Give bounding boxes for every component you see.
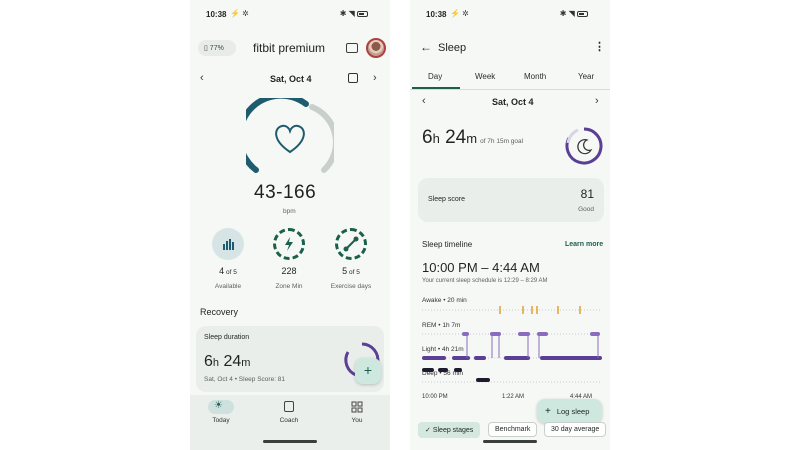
learn-more-link[interactable]: Learn more [565,241,603,248]
notification-icons: ⚡ ✲ [230,9,249,18]
tabs-divider [410,89,610,90]
sleep-card-duration: 6h 24m [204,353,251,370]
ring-light-arc [309,104,334,173]
calendar-icon[interactable] [348,73,358,83]
nav-coach[interactable]: Coach [269,417,309,424]
sleep-score-rating: Good [578,206,594,213]
prev-day-chevron-icon[interactable]: ‹ [422,95,426,107]
next-day-chevron-icon[interactable]: › [373,72,377,84]
moon-icon [577,139,593,155]
sleep-card-title: Sleep duration [204,334,250,341]
sleep-score-value: 81 [580,187,594,201]
sleep-duration-card[interactable]: Sleep duration 6h 24m Sat, Oct 4 • Sleep… [196,326,384,392]
status-time: 10:38 [426,10,447,19]
stat-available-label: Available [214,283,242,290]
add-fab-button[interactable]: + [355,358,381,384]
chat-icon[interactable] [346,43,358,53]
avatar[interactable] [366,38,386,58]
gesture-handle [263,440,317,443]
sleep-screen: 10:38 ⚡ ✲ ✱ ◥ ← Sleep ⋮ Day Week Month Y… [410,0,610,450]
status-time: 10:38 [206,10,227,19]
prev-day-chevron-icon[interactable]: ‹ [200,72,204,84]
zone-min-ring[interactable] [273,228,305,260]
brand-title: fitbit premium [253,41,326,55]
page-title: Sleep [438,42,467,54]
stat-exercise-label: Exercise days [330,283,372,290]
device-battery-badge[interactable]: ▯ 77% [198,40,236,56]
bar-chart-icon [223,239,234,250]
heart-rate-unit: bpm [283,208,296,215]
sleep-stages-chart[interactable] [410,300,610,390]
system-icons: ✱ ◥ [560,9,588,18]
sleep-schedule-text: Your current sleep schedule is 12:29 – 8… [422,278,548,284]
log-sleep-button[interactable]: + Log sleep [537,399,602,423]
readiness-circle[interactable] [212,228,244,260]
stat-exercise-value: 5 of 5 [342,266,360,276]
exercise-days-ring[interactable] [335,228,367,260]
battery-icon [357,10,368,17]
stat-available-value: 4 of 5 [219,266,237,276]
date-label: Sat, Oct 4 [492,97,534,107]
sleep-goal-ring [565,127,603,165]
tab-year[interactable]: Year [578,72,594,81]
lightning-icon [285,237,293,251]
sleep-score-label: Sleep score [428,196,465,203]
heart-rate-ring[interactable] [246,98,334,178]
grid-icon [351,401,363,413]
notification-icons: ⚡ ✲ [450,9,469,18]
today-screen: 10:38 ⚡ ✲ ✱ ◥ ▯ 77% fitbit premium ‹ Sat… [190,0,390,450]
sleep-duration: 6h 24m of 7h 15m goal [422,127,524,148]
sleep-card-subtitle: Sat, Oct 4 • Sleep Score: 81 [204,376,286,383]
sun-icon: ☀ [214,400,223,411]
stat-zone-min-label: Zone Min [275,283,303,290]
back-arrow-icon[interactable]: ← [420,40,432,54]
system-icons: ✱ ◥ [340,9,368,18]
chip-sleep-stages[interactable]: ✓ Sleep stages [418,422,481,438]
heart-icon [275,124,305,154]
nav-you[interactable]: You [337,417,377,424]
check-icon: ✓ [425,427,431,434]
dumbbell-icon [343,236,359,252]
date-label: Sat, Oct 4 [270,74,312,84]
clipboard-icon [284,401,294,412]
stat-zone-min-value: 228 [281,266,297,276]
timeline-title: Sleep timeline [422,240,473,249]
stage-transitions [466,334,599,358]
chip-benchmark[interactable]: Benchmark [488,422,538,437]
battery-text: 77% [209,45,224,52]
plus-icon: + [545,406,551,417]
nav-today[interactable]: Today [201,417,241,424]
tick-mid: 1:22 AM [502,394,525,400]
status-bar: 10:38 ⚡ ✲ ✱ ◥ [190,8,390,24]
section-title: Recovery [200,307,239,317]
sleep-score-card[interactable]: Sleep score 81 Good [418,178,604,222]
next-day-chevron-icon[interactable]: › [595,95,599,107]
chip-30-day-average[interactable]: 30 day average [544,422,607,437]
more-menu-icon[interactable]: ⋮ [594,40,605,53]
tab-day[interactable]: Day [428,72,442,81]
heart-rate-range: 43-166 [254,182,317,203]
gesture-handle [483,440,537,443]
deep-stage-segments [422,368,490,382]
tick-start: 10:00 PM [422,394,448,400]
tab-month[interactable]: Month [524,72,546,81]
sleep-time-range: 10:00 PM – 4:44 AM [422,260,540,275]
status-bar: 10:38 ⚡ ✲ ✱ ◥ [410,8,610,24]
battery-icon [577,10,588,17]
tab-week[interactable]: Week [475,72,495,81]
